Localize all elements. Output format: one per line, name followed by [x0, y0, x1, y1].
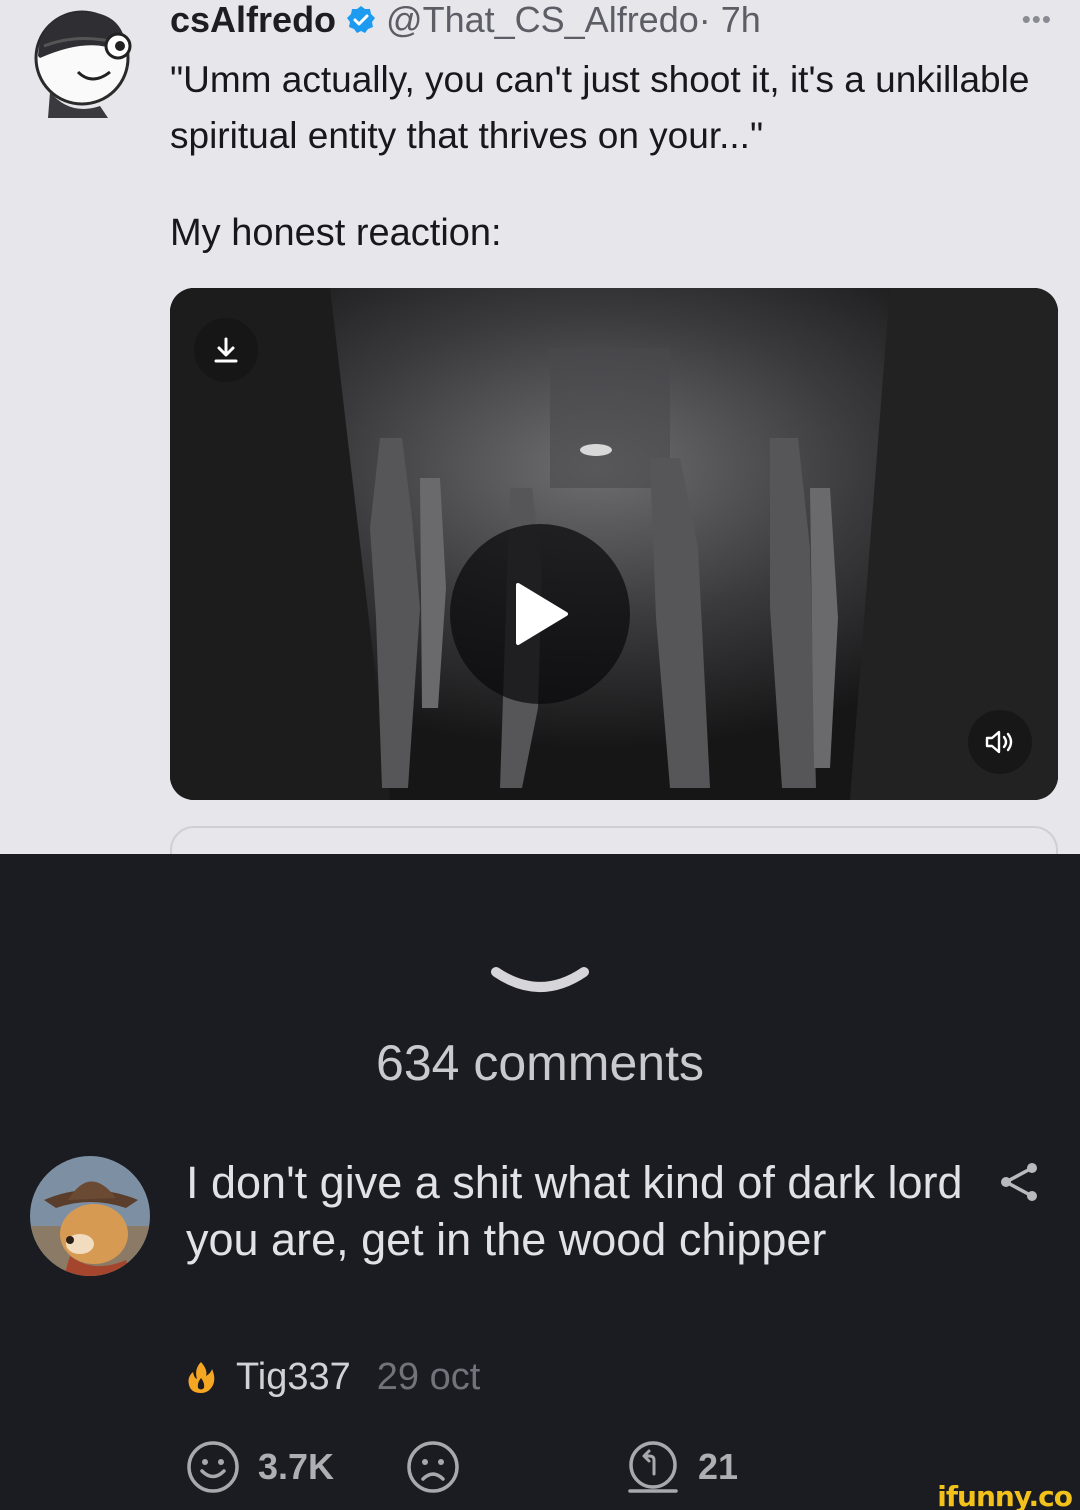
play-icon — [516, 583, 568, 645]
reply-button[interactable]: 21 — [626, 1438, 738, 1496]
reply-count: 21 — [698, 1446, 739, 1487]
volume-icon — [985, 730, 1013, 754]
fire-icon — [188, 1362, 215, 1393]
comment-text: I don't give a shit what kind of dark lo… — [186, 1157, 963, 1265]
reply-icon — [628, 1441, 678, 1493]
display-name[interactable]: csAlfredo — [170, 0, 336, 41]
post-time: · 7h — [698, 0, 761, 40]
volume-button[interactable] — [968, 710, 1032, 774]
download-icon — [214, 337, 238, 363]
smile-count: 3.7K — [258, 1446, 335, 1487]
comments-count: 634 comments — [376, 1035, 704, 1091]
frown-icon — [407, 1441, 459, 1493]
smile-button[interactable]: 3.7K — [186, 1438, 334, 1496]
tweet-text: "Umm actually, you can't just shoot it, … — [170, 59, 1030, 156]
verified-badge-icon — [347, 6, 376, 33]
comment-actions: 3.7K 21 — [186, 1438, 786, 1496]
more-options-icon[interactable]: ••• — [1022, 4, 1052, 35]
share-icon[interactable] — [998, 1160, 1042, 1204]
user-avatar[interactable] — [30, 6, 140, 118]
chevron-down-icon[interactable] — [488, 962, 592, 1002]
comments-panel: 634 comments I don't give a shit what ki… — [0, 854, 1080, 1510]
download-button[interactable] — [194, 318, 258, 382]
play-button[interactable] — [450, 524, 630, 704]
smile-icon — [187, 1441, 239, 1493]
user-handle[interactable]: @That_CS_Alfredo — [386, 0, 699, 41]
video-player[interactable] — [170, 288, 1058, 800]
comment-meta: Tig337 29 oct — [186, 1350, 480, 1404]
video-frame — [170, 288, 1058, 800]
ifunny-watermark: ifunny.co — [937, 1480, 1073, 1510]
comment-date: 29 oct — [376, 1355, 481, 1398]
comment-author[interactable]: Tig337 — [236, 1356, 351, 1399]
tweet-screenshot: csAlfredo @That_CS_Alfredo · 7h ••• "Umm… — [0, 0, 1080, 854]
commenter-avatar[interactable] — [30, 1156, 150, 1276]
unsmile-button[interactable] — [406, 1438, 478, 1496]
tweet-caption: My honest reaction: — [170, 212, 502, 254]
quoted-card-edge — [170, 826, 1058, 854]
tweet-header: csAlfredo @That_CS_Alfredo · 7h — [170, 0, 761, 42]
